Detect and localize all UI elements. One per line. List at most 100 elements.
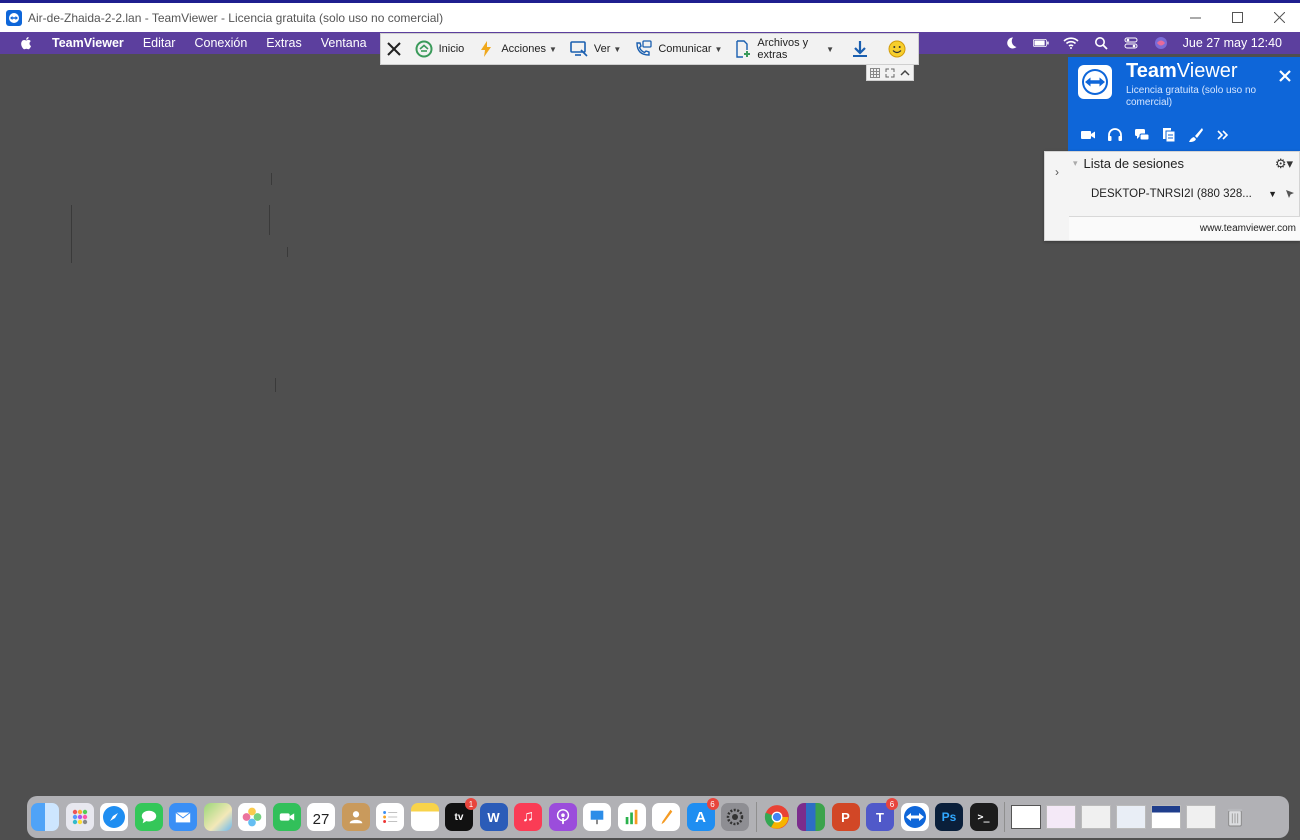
messages-icon[interactable] bbox=[134, 803, 163, 831]
session-list-item[interactable]: DESKTOP-TNRSI2I (880 328... ▼ bbox=[1091, 188, 1295, 200]
menu-editar[interactable]: Editar bbox=[143, 36, 176, 50]
headset-icon[interactable] bbox=[1107, 127, 1123, 143]
whiteboard-brush-icon[interactable] bbox=[1188, 127, 1204, 143]
minimized-window-thumbnail[interactable] bbox=[1081, 805, 1111, 829]
phone-chat-icon bbox=[633, 39, 653, 59]
expand-panel-chevron-icon[interactable]: › bbox=[1045, 152, 1069, 192]
desktop-artifact bbox=[269, 205, 270, 235]
home-circle-icon bbox=[414, 39, 434, 59]
comunicar-menu[interactable]: Comunicar ▼ bbox=[633, 34, 722, 64]
cursor-arrow-icon[interactable] bbox=[1285, 189, 1295, 199]
window-titlebar: Air-de-Zhaida-2-2.lan - TeamViewer - Lic… bbox=[0, 0, 1300, 32]
acciones-menu[interactable]: Acciones ▼ bbox=[476, 34, 557, 64]
photos-icon[interactable] bbox=[238, 803, 266, 831]
dock-separator bbox=[1004, 802, 1005, 832]
menu-ventana[interactable]: Ventana bbox=[321, 36, 367, 50]
desktop-artifact bbox=[271, 173, 272, 185]
session-list-panel: › ▾ Lista de sesiones ⚙▾ DESKTOP-TNRSI2I… bbox=[1044, 151, 1300, 241]
keynote-icon[interactable] bbox=[583, 803, 611, 831]
close-icon bbox=[387, 42, 402, 56]
desktop-artifact bbox=[287, 247, 288, 257]
powerpoint-icon[interactable]: P bbox=[831, 803, 860, 831]
archivos-label: Archivos y extras bbox=[757, 37, 809, 61]
download-button[interactable] bbox=[850, 34, 875, 64]
minimized-window-thumbnail[interactable] bbox=[1046, 805, 1076, 829]
launchpad-icon[interactable] bbox=[65, 803, 94, 831]
menu-extras[interactable]: Extras bbox=[266, 36, 301, 50]
facetime-icon[interactable] bbox=[272, 803, 301, 831]
word-icon[interactable]: W bbox=[479, 803, 508, 831]
safari-icon[interactable] bbox=[100, 803, 128, 831]
chevron-down-icon: ▼ bbox=[613, 44, 622, 54]
chrome-icon[interactable] bbox=[763, 803, 791, 831]
app-store-icon[interactable]: A6 bbox=[686, 798, 719, 831]
files-icon[interactable] bbox=[1161, 127, 1177, 143]
teamviewer-dock-icon[interactable] bbox=[900, 803, 929, 831]
chevron-down-icon: ▼ bbox=[548, 44, 557, 54]
numbers-icon[interactable] bbox=[617, 803, 646, 831]
mail-icon[interactable] bbox=[169, 803, 197, 831]
comunicar-label: Comunicar bbox=[658, 43, 712, 55]
feedback-button[interactable] bbox=[887, 34, 912, 64]
music-icon[interactable]: ♫ bbox=[514, 803, 542, 831]
minimized-window-thumbnail[interactable] bbox=[1116, 805, 1146, 829]
window-title: Air-de-Zhaida-2-2.lan - TeamViewer - Lic… bbox=[28, 10, 444, 25]
chat-bubbles-icon[interactable] bbox=[1134, 127, 1150, 143]
reminders-icon[interactable] bbox=[376, 803, 404, 831]
double-chevron-right-icon[interactable] bbox=[1215, 127, 1231, 143]
grid-icon[interactable] bbox=[869, 67, 880, 78]
ver-label: Ver bbox=[593, 43, 611, 55]
notification-badge: 6 bbox=[706, 798, 719, 810]
minimize-button[interactable] bbox=[1174, 3, 1216, 32]
session-list-header[interactable]: ▾ Lista de sesiones bbox=[1073, 156, 1184, 171]
end-session-button[interactable] bbox=[381, 34, 408, 64]
menu-teamviewer[interactable]: TeamViewer bbox=[52, 36, 124, 50]
system-preferences-icon[interactable] bbox=[721, 803, 749, 831]
pages-icon[interactable] bbox=[652, 803, 680, 831]
spotlight-search-icon[interactable] bbox=[1093, 36, 1109, 50]
minimized-window-thumbnail[interactable] bbox=[1186, 805, 1216, 829]
moon-icon[interactable] bbox=[1003, 36, 1019, 50]
winrar-icon[interactable] bbox=[797, 803, 825, 831]
wifi-icon[interactable] bbox=[1063, 36, 1079, 50]
monitor-icon bbox=[569, 39, 589, 59]
gear-icon[interactable]: ⚙▾ bbox=[1275, 156, 1293, 172]
teams-icon[interactable]: T6 bbox=[866, 798, 898, 831]
close-window-button[interactable] bbox=[1258, 3, 1300, 32]
teamviewer-remote-window: Air-de-Zhaida-2-2.lan - TeamViewer - Lic… bbox=[0, 0, 1300, 840]
archivos-extras-menu[interactable]: Archivos y extras ▼ bbox=[734, 34, 834, 64]
contacts-icon[interactable] bbox=[341, 803, 370, 831]
close-panel-button[interactable] bbox=[1278, 69, 1292, 83]
finder-icon[interactable] bbox=[31, 803, 59, 831]
calendar-icon[interactable]: 27 bbox=[307, 803, 335, 831]
maximize-button[interactable] bbox=[1216, 3, 1258, 32]
teamviewer-url-link[interactable]: www.teamviewer.com bbox=[1069, 216, 1300, 240]
chevron-down-icon: ▼ bbox=[714, 44, 723, 54]
minimized-window-thumbnail[interactable] bbox=[1151, 805, 1181, 829]
acciones-label: Acciones bbox=[501, 43, 546, 55]
control-center-icon[interactable] bbox=[1123, 36, 1139, 50]
photoshop-icon[interactable]: Ps bbox=[935, 803, 963, 831]
siri-icon[interactable] bbox=[1153, 36, 1169, 50]
ver-menu[interactable]: Ver ▼ bbox=[569, 34, 621, 64]
battery-icon[interactable] bbox=[1032, 36, 1049, 50]
fullscreen-icon[interactable] bbox=[885, 68, 895, 78]
maps-icon[interactable] bbox=[203, 803, 232, 831]
apple-tv-icon[interactable]: tv 1 bbox=[445, 798, 477, 831]
notes-icon[interactable] bbox=[410, 803, 439, 831]
menubar-clock[interactable]: Jue 27 may 12:40 bbox=[1183, 36, 1282, 50]
trash-icon[interactable] bbox=[1221, 803, 1249, 831]
chevron-down-icon[interactable]: ▼ bbox=[1268, 189, 1277, 199]
video-camera-icon[interactable] bbox=[1080, 127, 1096, 143]
inicio-button[interactable]: Inicio bbox=[414, 34, 464, 64]
close-icon bbox=[1279, 70, 1291, 82]
apple-icon[interactable] bbox=[20, 36, 32, 50]
terminal-icon[interactable]: >_ bbox=[969, 803, 998, 831]
collapse-chevron-up-icon[interactable] bbox=[900, 68, 910, 78]
minimized-window-thumbnail[interactable] bbox=[1011, 805, 1041, 829]
session-name: DESKTOP-TNRSI2I (880 328... bbox=[1091, 188, 1252, 200]
podcasts-icon[interactable] bbox=[548, 803, 577, 831]
notification-badge: 1 bbox=[465, 798, 477, 810]
menu-conexion[interactable]: Conexión bbox=[194, 36, 247, 50]
chevron-down-icon: ▼ bbox=[826, 44, 834, 54]
